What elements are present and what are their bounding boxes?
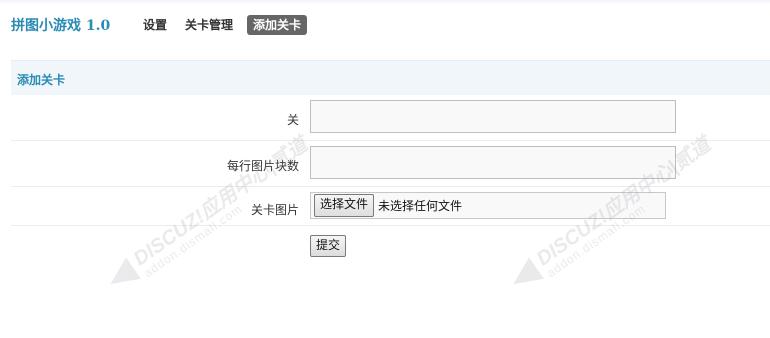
pieces-per-row-input[interactable] xyxy=(310,146,676,179)
section-header: 添加关卡 xyxy=(11,60,770,95)
row-divider xyxy=(11,140,770,141)
submit-button[interactable]: 提交 xyxy=(310,235,347,257)
app-title: 拼图小游戏 1.0 xyxy=(11,18,111,34)
discuz-arrow-icon xyxy=(506,257,544,295)
top-nav: 设置 关卡管理 添加关卡 xyxy=(143,15,325,35)
nav-item-settings[interactable]: 设置 xyxy=(143,15,167,35)
level-label: 关 xyxy=(286,113,299,127)
level-input[interactable] xyxy=(310,100,676,133)
pieces-per-row-label: 每行图片块数 xyxy=(226,159,299,173)
watermark-url: addon.dismall.com xyxy=(141,201,246,281)
file-status-text: 未选择任何文件 xyxy=(378,199,463,213)
level-image-label: 关卡图片 xyxy=(250,203,299,217)
section-title: 添加关卡 xyxy=(17,73,66,87)
nav-item-add-level[interactable]: 添加关卡 xyxy=(247,15,308,35)
top-gradient-strip xyxy=(0,0,770,4)
level-image-file-input[interactable]: 选择文件 未选择任何文件 xyxy=(310,192,666,219)
row-divider xyxy=(11,225,770,226)
discuz-arrow-icon xyxy=(103,257,141,295)
watermark-brand: DISCUZ!应用中心|贰道 xyxy=(129,133,312,271)
choose-file-button[interactable]: 选择文件 xyxy=(314,194,375,217)
row-divider xyxy=(11,186,770,187)
nav-item-level-management[interactable]: 关卡管理 xyxy=(185,15,233,35)
